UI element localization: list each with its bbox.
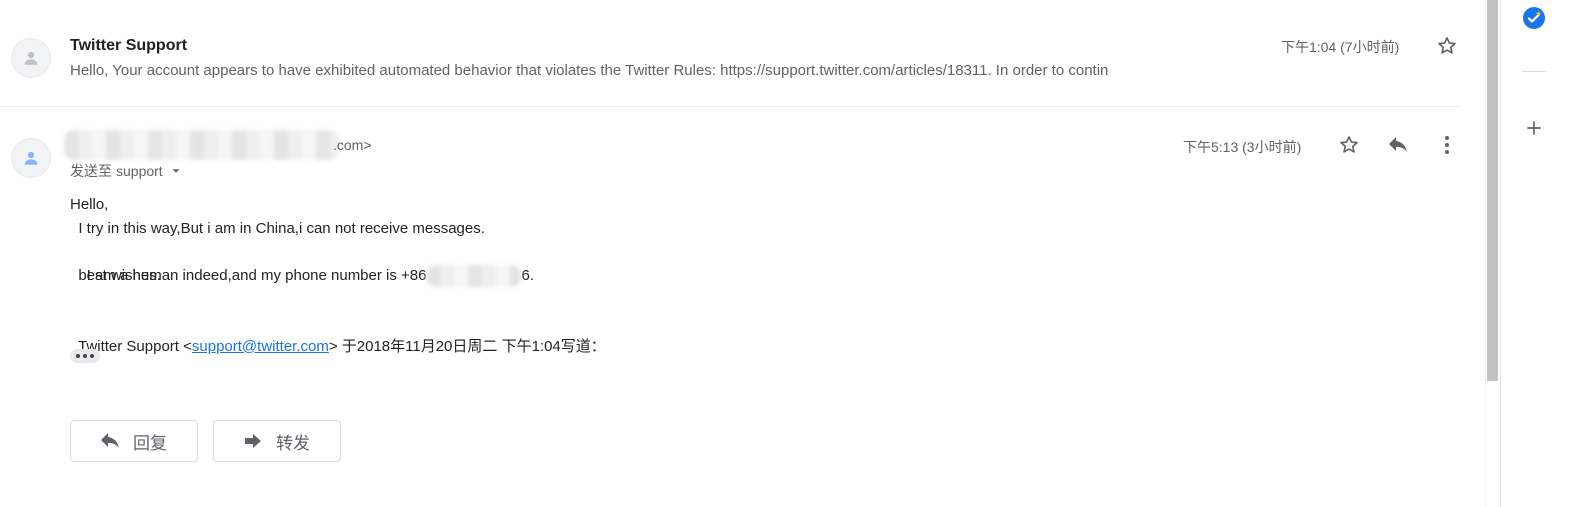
- redacted-phone: [426, 264, 522, 287]
- message-body-line: best wishes.: [70, 267, 161, 284]
- quote-email-link[interactable]: support@twitter.com: [192, 338, 329, 355]
- phone-suffix: 6.: [521, 266, 534, 284]
- scrollbar-thumb[interactable]: [1487, 0, 1498, 381]
- add-addon-button[interactable]: [1522, 116, 1546, 140]
- person-icon: [24, 51, 38, 65]
- avatar: [11, 38, 51, 78]
- quote-header: Twitter Support <support@twitter.com> 于2…: [70, 311, 606, 358]
- sender-name[interactable]: Twitter Support: [70, 37, 187, 55]
- redacted-sender: [64, 130, 340, 160]
- forward-label: 转发: [276, 433, 310, 453]
- side-panel: [1500, 0, 1591, 507]
- message-body-line: I try in this way,But i am in China,i ca…: [70, 220, 485, 237]
- avatar: [11, 138, 51, 178]
- message-time: 下午5:13 (3小时前): [1183, 139, 1302, 155]
- star-button[interactable]: [1337, 133, 1361, 157]
- recipient-name: support: [116, 163, 163, 179]
- person-icon: [24, 151, 38, 165]
- message-snippet[interactable]: Hello, Your account appears to have exhi…: [70, 62, 1108, 79]
- reply-icon: [1389, 137, 1407, 152]
- recipient-line[interactable]: 发送至 support: [70, 161, 183, 181]
- reply-icon: [101, 433, 119, 448]
- star-icon: [1340, 136, 1358, 153]
- star-button[interactable]: [1435, 34, 1459, 58]
- quote-suffix: > 于2018年11月20日周二 下午1:04写道：: [328, 337, 606, 355]
- plus-icon: [1527, 121, 1541, 135]
- more-options-button[interactable]: [1435, 133, 1459, 157]
- dropdown-arrow-icon[interactable]: [169, 164, 183, 178]
- show-trimmed-content-button[interactable]: [70, 349, 100, 363]
- recipient-prefix: 发送至: [70, 163, 112, 179]
- reply-button[interactable]: [1386, 133, 1410, 157]
- message-time: 下午1:04 (7小时前): [1281, 39, 1400, 55]
- tasks-button[interactable]: [1522, 6, 1546, 30]
- reply-button[interactable]: 回复: [70, 420, 198, 462]
- star-icon: [1438, 37, 1456, 54]
- sender-email-suffix: .com>: [333, 137, 372, 153]
- message-divider: [0, 106, 1460, 107]
- forward-icon: [245, 434, 261, 448]
- more-vert-icon: [1445, 136, 1449, 154]
- tasks-icon: [1523, 7, 1545, 29]
- forward-button[interactable]: 转发: [213, 420, 341, 462]
- message-body-line: Hello,: [70, 196, 109, 213]
- side-panel-divider: [1522, 71, 1546, 72]
- reply-label: 回复: [133, 433, 167, 453]
